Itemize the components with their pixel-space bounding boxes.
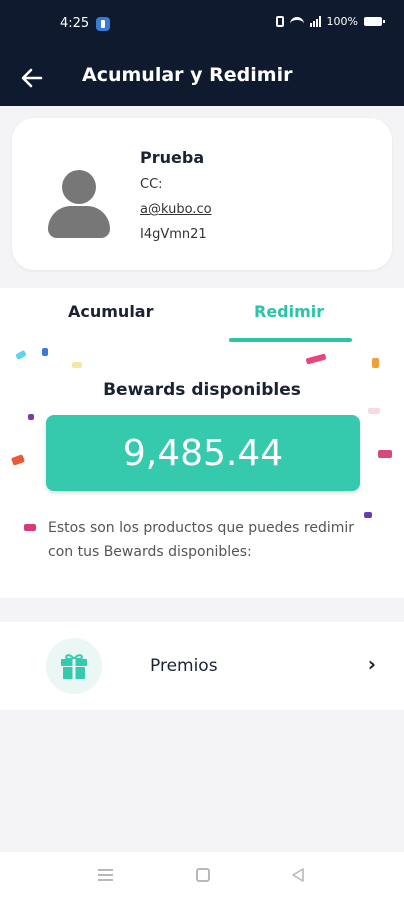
profile-name: Prueba xyxy=(140,148,205,167)
menu-item-premios[interactable]: Premios › xyxy=(0,622,404,710)
status-time: 4:25 xyxy=(60,16,90,31)
chevron-right-icon: › xyxy=(367,652,376,676)
battery-icon xyxy=(364,17,385,26)
confetti xyxy=(15,349,27,361)
balance-box: 9,485.44 xyxy=(46,415,360,491)
vibrate-icon xyxy=(275,16,284,27)
status-indicators: 100% xyxy=(275,15,385,28)
notification-badge-icon xyxy=(96,17,110,31)
avatar xyxy=(48,170,110,240)
menu-item-label: Premios xyxy=(150,656,218,676)
balance-value: 9,485.44 xyxy=(122,432,284,474)
profile-id-label: CC: xyxy=(140,177,163,192)
confetti xyxy=(72,362,82,368)
redeem-info-text: Estos son los productos que puedes redim… xyxy=(48,520,355,560)
profile-code: I4gVmn21 xyxy=(140,227,207,242)
tab-redimir[interactable]: Redimir xyxy=(254,302,324,321)
gift-icon-circle xyxy=(46,638,102,694)
confetti xyxy=(42,348,48,356)
gift-icon xyxy=(61,654,87,679)
confetti xyxy=(368,408,380,414)
recent-apps-button[interactable] xyxy=(98,869,113,881)
profile-info: Prueba CC: a@kubo.co I4gVmn21 xyxy=(140,148,212,242)
confetti xyxy=(378,450,392,458)
page-title: Acumular y Redimir xyxy=(82,64,293,86)
confetti xyxy=(305,353,327,365)
nav-back-icon[interactable] xyxy=(290,867,306,883)
back-button[interactable] xyxy=(18,64,46,92)
tab-acumular[interactable]: Acumular xyxy=(68,302,154,321)
balance-title: Bewards disponibles xyxy=(103,380,301,400)
home-button[interactable] xyxy=(196,868,210,882)
signal-icon xyxy=(309,16,321,27)
battery-percent: 100% xyxy=(326,15,358,28)
back-arrow-icon xyxy=(21,68,43,88)
wifi-icon xyxy=(289,16,304,27)
profile-card: Prueba CC: a@kubo.co I4gVmn21 xyxy=(12,118,392,270)
confetti xyxy=(10,454,26,466)
system-nav-bar xyxy=(0,852,404,900)
confetti xyxy=(372,358,379,368)
confetti xyxy=(24,524,36,531)
redeem-panel: Acumular Redimir Bewards disponibles 9,4… xyxy=(0,288,404,598)
app-bar: Acumular y Redimir xyxy=(0,50,404,106)
status-bar: 4:25 100% xyxy=(0,0,404,50)
active-tab-indicator xyxy=(229,338,352,342)
profile-email[interactable]: a@kubo.co xyxy=(140,202,212,217)
confetti xyxy=(28,414,34,420)
